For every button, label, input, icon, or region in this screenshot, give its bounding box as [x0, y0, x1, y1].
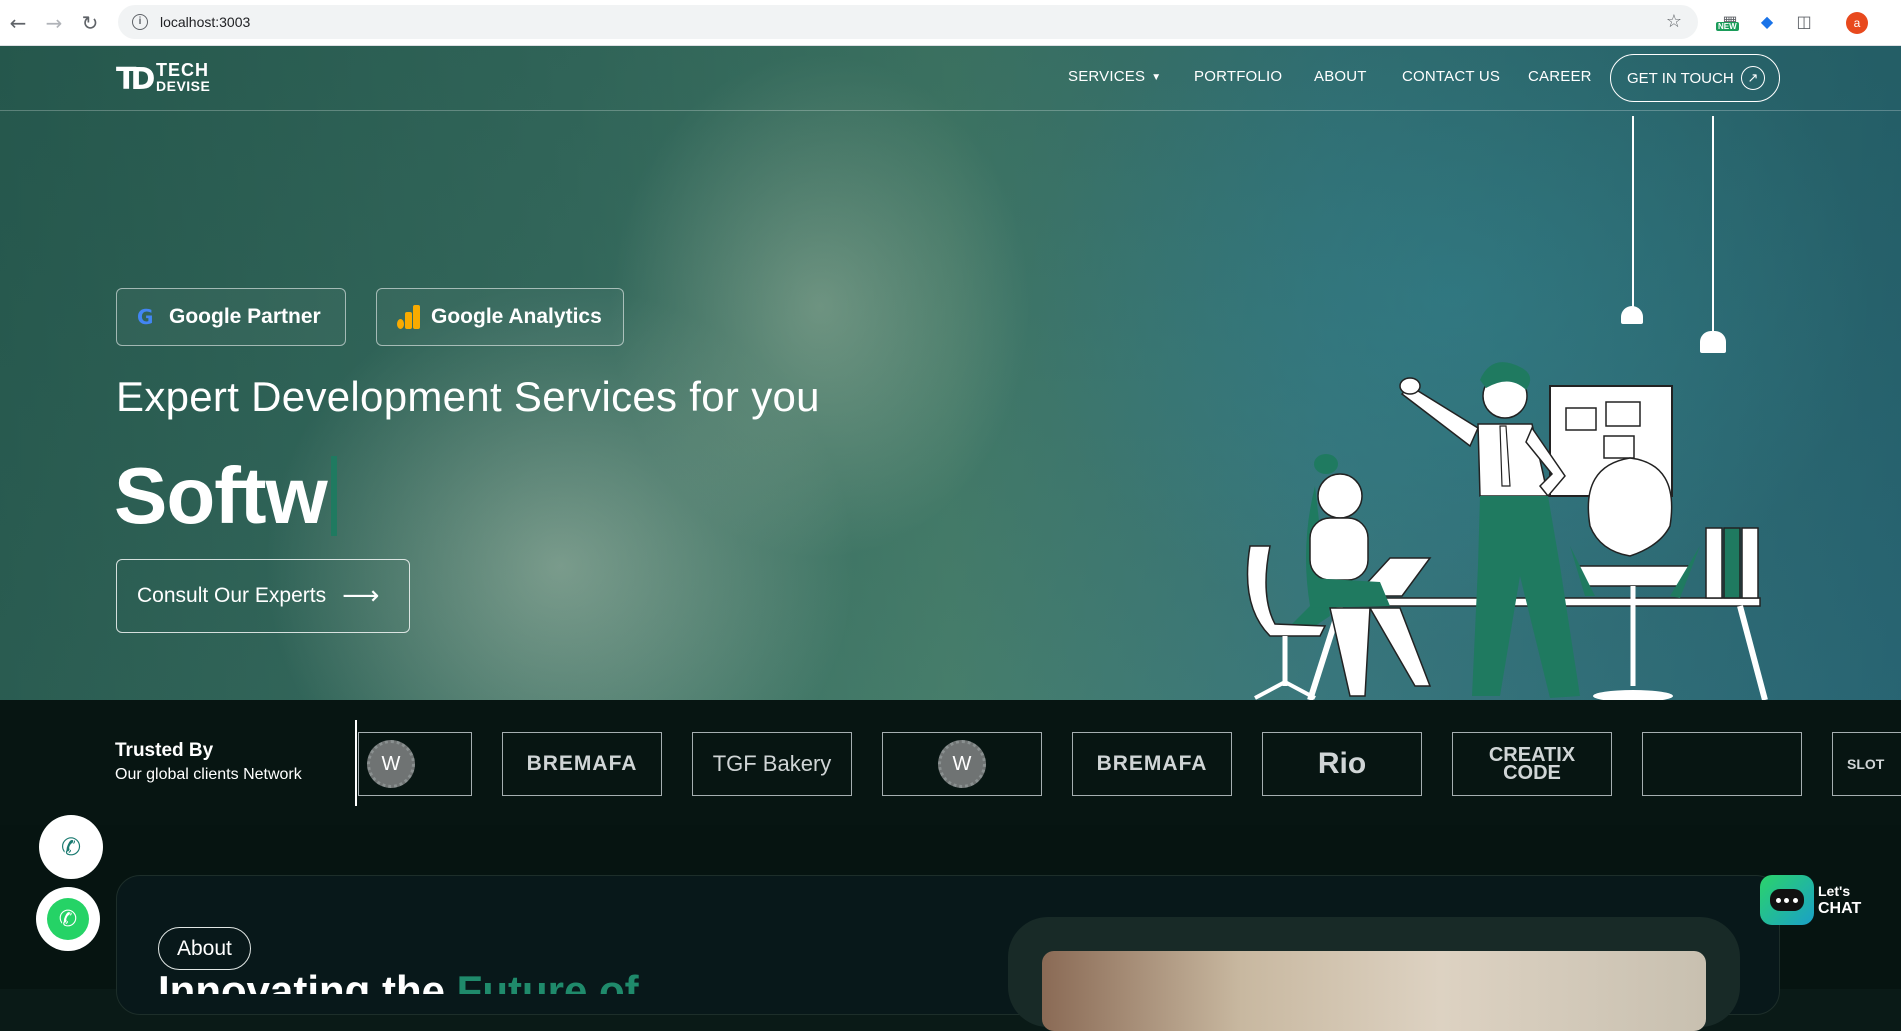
arrow-right-icon: ⟶ — [342, 581, 380, 611]
chat-bubble-icon — [1760, 875, 1814, 925]
consult-experts-button[interactable]: Consult Our Experts ⟶ — [116, 559, 410, 633]
lets-chat-widget[interactable]: Let's CHAT — [1760, 875, 1861, 935]
typing-cursor — [330, 456, 337, 536]
about-section — [0, 825, 1901, 1031]
client-logo: SLOT — [1832, 732, 1901, 796]
google-partner-badge: G Google Partner — [116, 288, 346, 346]
get-in-touch-button[interactable]: GET IN TOUCH ↗ — [1610, 54, 1780, 102]
logo-line2: DEVISE — [156, 78, 211, 94]
url-text[interactable]: localhost:3003 — [160, 14, 250, 30]
client-name: BREMAFA — [526, 752, 638, 775]
nav-career[interactable]: CAREER — [1528, 68, 1592, 85]
section-divider — [355, 720, 357, 806]
client-logo: BREMAFA — [502, 732, 662, 796]
chat-line2: CHAT — [1818, 900, 1862, 917]
back-arrow-icon[interactable]: ← — [0, 5, 36, 41]
chat-line1: Let's — [1818, 883, 1851, 899]
site-header: TD TECH DEVISE SERVICES ▼ PORTFOLIO ABOUT… — [0, 46, 1901, 111]
client-logo: W — [882, 732, 1042, 796]
client-logo: CREATIX CODE — [1452, 732, 1612, 796]
client-name: SLOT — [1847, 756, 1885, 772]
lamp-wire — [1632, 116, 1634, 311]
get-in-touch-label: GET IN TOUCH — [1627, 69, 1734, 87]
typed-word: Softw — [114, 451, 328, 540]
nav-about[interactable]: ABOUT — [1314, 68, 1367, 85]
client-logo — [1642, 732, 1802, 796]
info-icon[interactable]: i — [132, 14, 148, 30]
client-logo: BREMAFA — [1072, 732, 1232, 796]
site-logo[interactable]: TD TECH DEVISE — [116, 60, 216, 97]
forward-arrow-icon[interactable]: → — [36, 5, 72, 41]
logo-mark-icon: TD — [116, 62, 155, 97]
about-heading-start: Innovating the — [158, 968, 445, 994]
client-logo: TGF Bakery — [692, 732, 852, 796]
typed-text: Softw — [114, 446, 337, 546]
phone-call-button[interactable]: ✆ — [39, 815, 103, 879]
seal-logo: W — [938, 740, 986, 788]
consult-experts-label: Consult Our Experts — [137, 584, 327, 607]
trusted-title: Trusted By — [115, 740, 214, 761]
seal-logo: W — [367, 740, 415, 788]
browser-toolbar: ← → ↻ i localhost:3003 ☆ ▦ NEW ◆ ◫ a — [0, 0, 1901, 46]
arrow-up-right-icon: ↗ — [1741, 66, 1765, 90]
about-image — [1042, 951, 1706, 1031]
nav-contact-us[interactable]: CONTACT US — [1402, 68, 1500, 85]
google-analytics-icon — [397, 305, 421, 329]
hero-section: TD TECH DEVISE SERVICES ▼ PORTFOLIO ABOUT… — [0, 46, 1901, 700]
whatsapp-button[interactable]: ✆ — [36, 887, 100, 951]
google-analytics-badge: Google Analytics — [376, 288, 624, 346]
nav-services[interactable]: SERVICES ▼ — [1068, 68, 1161, 85]
hero-headline: Expert Development Services for you — [116, 373, 820, 420]
star-icon[interactable]: ☆ — [1666, 11, 1682, 32]
trusted-by-section: Trusted By Our global clients Network W … — [0, 700, 1901, 825]
nav-services-label: SERVICES — [1068, 68, 1146, 85]
about-heading-accent: Future of — [456, 968, 639, 994]
client-name: BREMAFA — [1096, 752, 1208, 775]
about-heading: Innovating the Future of — [158, 968, 639, 994]
new-badge: NEW — [1716, 22, 1739, 31]
client-name: Rio — [1317, 747, 1367, 780]
chat-label: Let's CHAT — [1818, 883, 1861, 917]
trusted-subtitle: Our global clients Network — [115, 766, 302, 783]
pendant-lamp — [1621, 306, 1643, 324]
client-logo: Rio — [1262, 732, 1422, 796]
google-g-icon: G — [137, 305, 154, 329]
office-illustration — [1246, 362, 1768, 700]
extensions-puzzle-icon[interactable]: ◫ — [1792, 10, 1816, 34]
google-analytics-label: Google Analytics — [431, 305, 602, 328]
client-logo: W — [358, 732, 472, 796]
whatsapp-icon: ✆ — [47, 898, 89, 940]
lamp-wire — [1712, 116, 1714, 336]
nav-portfolio[interactable]: PORTFOLIO — [1194, 68, 1282, 85]
profile-avatar[interactable]: a — [1846, 12, 1868, 34]
about-pill: About — [158, 927, 251, 970]
address-bar[interactable]: i localhost:3003 ☆ — [118, 5, 1698, 39]
phone-icon: ✆ — [60, 833, 82, 861]
client-name: TGF Bakery — [712, 751, 832, 776]
google-partner-label: Google Partner — [169, 305, 321, 328]
extension-tag-icon[interactable]: ◆ — [1755, 10, 1779, 34]
caret-down-icon: ▼ — [1151, 72, 1162, 83]
reload-icon[interactable]: ↻ — [72, 5, 108, 41]
client-name: CREATIX CODE — [1488, 744, 1576, 784]
